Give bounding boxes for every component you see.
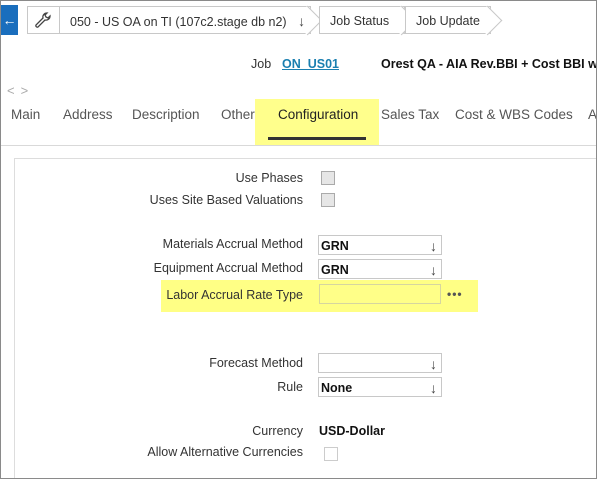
- currency-value: USD-Dollar: [319, 424, 385, 438]
- equipment-method-select[interactable]: GRN ↓: [318, 259, 442, 279]
- job-code-link[interactable]: ON_US01: [282, 57, 339, 71]
- breadcrumb-job-status-label: Job Status: [330, 14, 390, 28]
- labor-rate-type-label: Labor Accrual Rate Type: [166, 288, 303, 302]
- rule-value: None: [321, 381, 353, 395]
- wrench-button[interactable]: [27, 6, 59, 34]
- back-button[interactable]: ←: [1, 5, 18, 35]
- rule-label: Rule: [277, 380, 303, 394]
- alt-currencies-checkbox[interactable]: [324, 447, 338, 461]
- materials-method-label: Materials Accrual Method: [162, 237, 303, 251]
- currency-label: Currency: [252, 424, 303, 438]
- chevron-down-icon: ↓: [430, 262, 437, 278]
- tab-other[interactable]: Other: [221, 107, 255, 122]
- job-description: Orest QA - AIA Rev.BBI + Cost BBI w/Re: [381, 57, 597, 71]
- tab-scroll-controls: <>: [7, 83, 34, 98]
- tab-address[interactable]: Address: [63, 107, 113, 122]
- materials-method-select[interactable]: GRN ↓: [318, 235, 442, 255]
- breadcrumb-job-update-label: Job Update: [416, 14, 480, 28]
- rule-select[interactable]: None ↓: [318, 377, 442, 397]
- breadcrumb-record[interactable]: 050 - US OA on TI (107c2.stage db n2) ↓: [59, 6, 311, 34]
- labor-rate-type-input[interactable]: [319, 284, 441, 304]
- app-window: ← 050 - US OA on TI (107c2.stage db n2) …: [0, 0, 597, 479]
- job-label: Job: [251, 57, 272, 71]
- forecast-method-select[interactable]: ↓: [318, 353, 442, 373]
- tab-description[interactable]: Description: [132, 107, 200, 122]
- chevron-down-icon: ↓: [430, 356, 437, 372]
- chevron-down-icon: ↓: [430, 238, 437, 254]
- arrow-left-icon: ←: [2, 12, 17, 28]
- breadcrumb: ← 050 - US OA on TI (107c2.stage db n2) …: [1, 1, 596, 39]
- use-phases-label: Use Phases: [235, 171, 303, 185]
- chevron-left-icon[interactable]: <: [7, 83, 21, 98]
- chevron-down-icon: ↓: [430, 380, 437, 396]
- tab-configuration[interactable]: Configuration: [278, 107, 358, 122]
- breadcrumb-job-status[interactable]: Job Status: [319, 6, 405, 34]
- tab-more[interactable]: A: [588, 107, 596, 122]
- chevron-down-icon[interactable]: ↓: [298, 7, 305, 35]
- breadcrumb-record-label: 050 - US OA on TI (107c2.stage db n2): [70, 15, 287, 29]
- equipment-method-value: GRN: [321, 263, 349, 277]
- tab-cost-wbs-codes[interactable]: Cost & WBS Codes: [455, 107, 573, 122]
- site-valuations-checkbox[interactable]: [321, 193, 335, 207]
- active-tab-indicator: [268, 137, 366, 140]
- lookup-ellipsis-icon[interactable]: •••: [447, 287, 463, 301]
- use-phases-checkbox[interactable]: [321, 171, 335, 185]
- chevron-right-icon[interactable]: >: [21, 83, 35, 98]
- materials-method-value: GRN: [321, 239, 349, 253]
- site-valuations-label: Uses Site Based Valuations: [149, 193, 303, 207]
- configuration-panel: [14, 158, 596, 478]
- tab-main[interactable]: Main: [11, 107, 40, 122]
- alt-currencies-label: Allow Alternative Currencies: [147, 445, 303, 459]
- equipment-method-label: Equipment Accrual Method: [153, 261, 303, 275]
- wrench-icon: [35, 12, 51, 28]
- forecast-method-label: Forecast Method: [209, 356, 303, 370]
- breadcrumb-job-update[interactable]: Job Update: [405, 6, 491, 34]
- tab-sales-tax[interactable]: Sales Tax: [381, 107, 439, 122]
